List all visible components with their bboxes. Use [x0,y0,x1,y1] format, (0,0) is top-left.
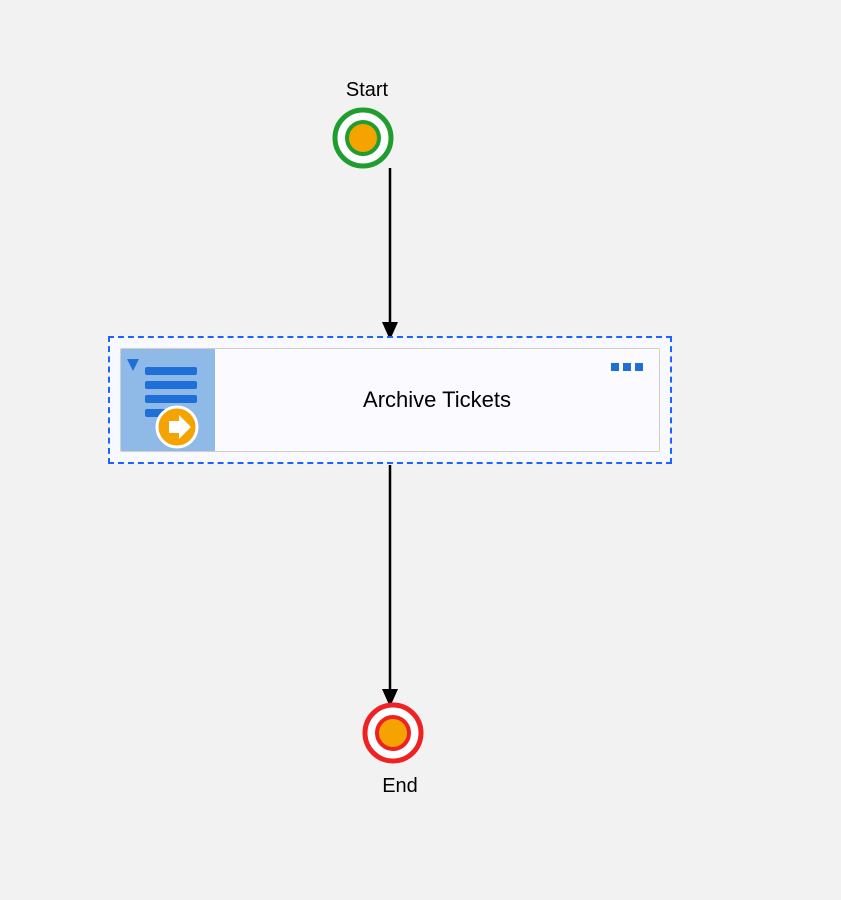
start-label: Start [337,79,397,102]
dot-icon [623,363,631,371]
end-node[interactable] [362,702,424,764]
start-node[interactable] [332,107,394,169]
list-action-icon [121,349,215,452]
task-body: Archive Tickets [215,349,659,451]
task-selection-outline: Archive Tickets [108,336,672,464]
connector-task-to-end [360,465,420,707]
dot-icon [635,363,643,371]
task-title: Archive Tickets [363,387,511,413]
end-label: End [370,775,430,798]
start-node-icon [332,107,394,169]
dot-icon [611,363,619,371]
task-icon-area [121,349,215,451]
connector-start-to-task [360,168,420,340]
task-node[interactable]: Archive Tickets [120,348,660,452]
workflow-canvas[interactable]: Start [0,0,841,900]
task-menu-button[interactable] [611,363,643,371]
end-node-icon [362,702,424,764]
